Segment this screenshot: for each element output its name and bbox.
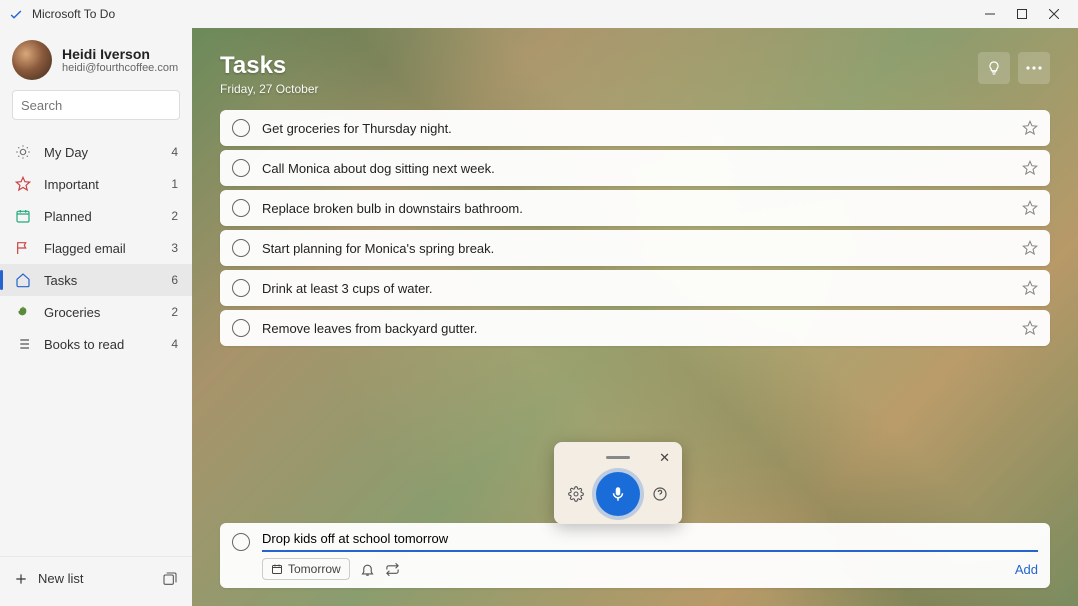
- task-title: Remove leaves from backyard gutter.: [262, 321, 1022, 336]
- sidebar-item-books[interactable]: Books to read 4: [0, 328, 192, 360]
- voice-settings-button[interactable]: [568, 486, 584, 502]
- reminder-button[interactable]: [360, 562, 375, 577]
- new-group-button[interactable]: [162, 571, 178, 587]
- star-button[interactable]: [1022, 280, 1038, 296]
- task-checkbox[interactable]: [232, 159, 250, 177]
- star-button[interactable]: [1022, 120, 1038, 136]
- sidebar-item-count: 1: [171, 177, 178, 191]
- task-title: Start planning for Monica's spring break…: [262, 241, 1022, 256]
- star-button[interactable]: [1022, 240, 1038, 256]
- user-name: Heidi Iverson: [62, 46, 178, 62]
- star-button[interactable]: [1022, 200, 1038, 216]
- nav-list: My Day 4 Important 1 Planned 2 Flagged e…: [0, 130, 192, 556]
- sidebar-item-count: 6: [171, 273, 178, 287]
- task-row[interactable]: Call Monica about dog sitting next week.: [220, 150, 1050, 186]
- new-list-button[interactable]: New list: [14, 571, 162, 586]
- task-row[interactable]: Start planning for Monica's spring break…: [220, 230, 1050, 266]
- grocery-icon: [14, 304, 32, 320]
- sidebar-item-flagged[interactable]: Flagged email 3: [0, 232, 192, 264]
- task-row[interactable]: Get groceries for Thursday night.: [220, 110, 1050, 146]
- sidebar-item-label: Books to read: [44, 337, 171, 352]
- task-list: Get groceries for Thursday night. Call M…: [220, 110, 1050, 346]
- avatar: [12, 40, 52, 80]
- sidebar-item-tasks[interactable]: Tasks 6: [0, 264, 192, 296]
- task-title: Call Monica about dog sitting next week.: [262, 161, 1022, 176]
- star-icon: [14, 176, 32, 192]
- sidebar-item-count: 3: [171, 241, 178, 255]
- page-title: Tasks: [220, 52, 978, 80]
- task-checkbox[interactable]: [232, 199, 250, 217]
- sidebar-footer: New list: [0, 556, 192, 600]
- voice-close-button[interactable]: ✕: [659, 450, 670, 466]
- task-checkbox[interactable]: [232, 279, 250, 297]
- new-list-label: New list: [38, 571, 84, 586]
- user-block[interactable]: Heidi Iverson heidi@fourthcoffee.com: [0, 34, 192, 90]
- task-checkbox[interactable]: [232, 239, 250, 257]
- sun-icon: [14, 144, 32, 160]
- voice-help-button[interactable]: [652, 486, 668, 502]
- voice-drag-handle[interactable]: [606, 456, 630, 459]
- app-icon: [8, 6, 24, 22]
- sidebar-item-groceries[interactable]: Groceries 2: [0, 296, 192, 328]
- repeat-button[interactable]: [385, 562, 400, 577]
- home-icon: [14, 272, 32, 288]
- task-row[interactable]: Replace broken bulb in downstairs bathro…: [220, 190, 1050, 226]
- minimize-button[interactable]: [974, 0, 1006, 28]
- task-checkbox[interactable]: [232, 119, 250, 137]
- task-title: Get groceries for Thursday night.: [262, 121, 1022, 136]
- sidebar-item-count: 4: [171, 145, 178, 159]
- titlebar: Microsoft To Do: [0, 0, 1078, 28]
- list-options-button[interactable]: [1018, 52, 1050, 84]
- sidebar-item-planned[interactable]: Planned 2: [0, 200, 192, 232]
- flag-icon: [14, 240, 32, 256]
- sidebar-item-count: 4: [171, 337, 178, 351]
- add-task-checkbox[interactable]: [232, 533, 250, 551]
- sidebar-item-count: 2: [171, 209, 178, 223]
- task-row[interactable]: Drink at least 3 cups of water.: [220, 270, 1050, 306]
- sidebar-item-important[interactable]: Important 1: [0, 168, 192, 200]
- main-panel: Tasks Friday, 27 October Get groceries f…: [192, 28, 1078, 606]
- task-checkbox[interactable]: [232, 319, 250, 337]
- suggestions-button[interactable]: [978, 52, 1010, 84]
- page-subtitle: Friday, 27 October: [220, 82, 978, 96]
- due-date-label: Tomorrow: [288, 562, 341, 576]
- list-icon: [14, 336, 32, 352]
- star-button[interactable]: [1022, 320, 1038, 336]
- sidebar-item-label: Important: [44, 177, 171, 192]
- calendar-icon: [14, 208, 32, 224]
- add-button[interactable]: Add: [1015, 562, 1038, 577]
- voice-input-popup: ✕: [554, 442, 682, 524]
- search-input[interactable]: [21, 98, 197, 113]
- star-button[interactable]: [1022, 160, 1038, 176]
- sidebar-item-myday[interactable]: My Day 4: [0, 136, 192, 168]
- app-title: Microsoft To Do: [32, 7, 115, 21]
- sidebar-item-label: Planned: [44, 209, 171, 224]
- sidebar-item-label: Tasks: [44, 273, 171, 288]
- search-box[interactable]: [12, 90, 180, 120]
- sidebar-item-count: 2: [171, 305, 178, 319]
- task-title: Drink at least 3 cups of water.: [262, 281, 1022, 296]
- user-email: heidi@fourthcoffee.com: [62, 62, 178, 74]
- add-task-panel: Tomorrow Add: [220, 523, 1050, 588]
- maximize-button[interactable]: [1006, 0, 1038, 28]
- add-task-input[interactable]: [262, 531, 1038, 552]
- sidebar-item-label: My Day: [44, 145, 171, 160]
- task-title: Replace broken bulb in downstairs bathro…: [262, 201, 1022, 216]
- sidebar-item-label: Groceries: [44, 305, 171, 320]
- task-row[interactable]: Remove leaves from backyard gutter.: [220, 310, 1050, 346]
- voice-mic-button[interactable]: [596, 472, 640, 516]
- close-button[interactable]: [1038, 0, 1070, 28]
- sidebar: Heidi Iverson heidi@fourthcoffee.com My …: [0, 28, 192, 606]
- due-date-chip[interactable]: Tomorrow: [262, 558, 350, 580]
- sidebar-item-label: Flagged email: [44, 241, 171, 256]
